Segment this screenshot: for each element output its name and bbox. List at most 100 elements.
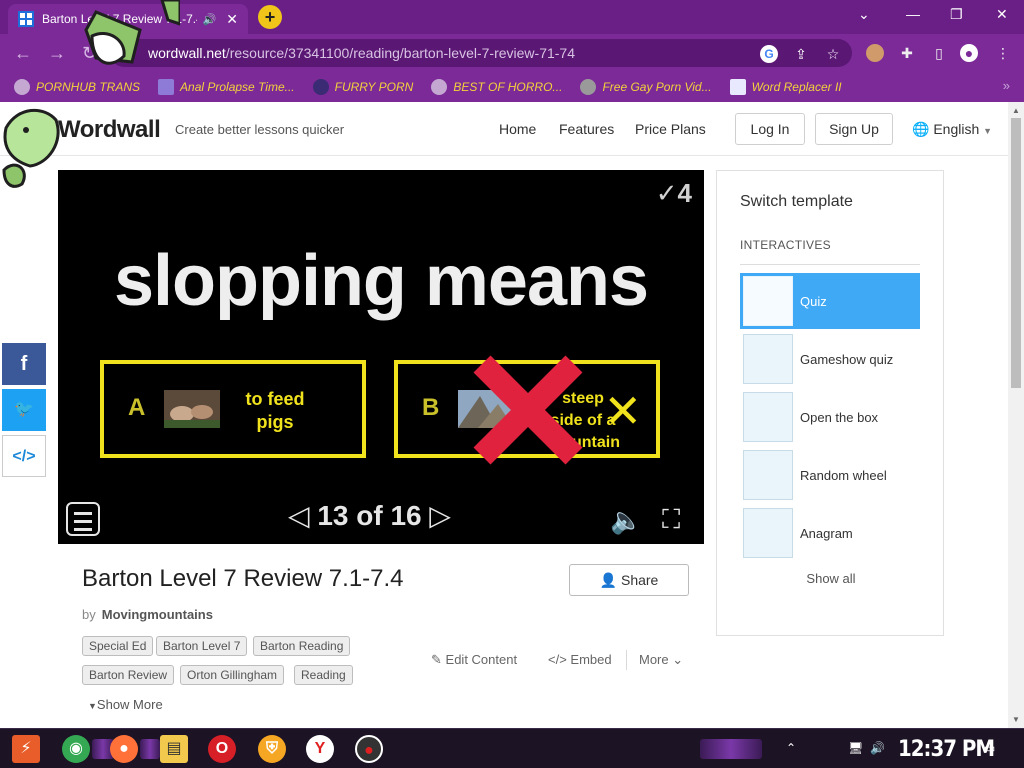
chrome-icon[interactable]: ◉ — [62, 735, 90, 763]
site-header: Wordwall Create better lessons quicker H… — [0, 102, 1008, 156]
nav-price-plans[interactable]: Price Plans — [635, 121, 706, 137]
taskbar-clock[interactable]: 12:37 PM — [898, 737, 995, 762]
template-random-wheel[interactable]: Random wheel — [740, 447, 920, 503]
extension-avatar-icon[interactable] — [866, 44, 884, 62]
tab-title: Barton Level 7 Review 7.1-7.4 — [42, 12, 197, 26]
switch-template-panel: Switch template INTERACTIVES Quiz Gamesh… — [716, 170, 944, 636]
tag-special-ed[interactable]: Special Ed — [82, 636, 154, 656]
tag-barton-review[interactable]: Barton Review — [82, 665, 175, 685]
template-quiz[interactable]: Quiz — [740, 273, 920, 329]
back-arrow-icon[interactable]: ← — [14, 43, 32, 64]
speaker-icon[interactable]: 🔊 — [203, 13, 217, 26]
page-scrollbar[interactable]: ▲ ▼ — [1008, 102, 1024, 728]
opera-icon[interactable]: O — [208, 735, 236, 763]
record-icon[interactable]: ● — [355, 735, 383, 763]
chevron-up-icon[interactable]: ⌃ — [786, 741, 796, 755]
tagline: Create better lessons quicker — [175, 122, 345, 137]
tag-orton-gillingham[interactable]: Orton Gillingham — [180, 665, 285, 685]
taskbar-decoration — [140, 739, 160, 759]
close-window-icon[interactable]: ✕ — [996, 6, 1008, 23]
volume-icon[interactable]: 🔊 — [870, 741, 885, 755]
open-box-thumbnail-icon — [743, 392, 793, 442]
language-selector[interactable]: 🌐 English ▼ — [912, 121, 992, 138]
taskbar-decoration — [700, 739, 762, 759]
forward-arrow-icon[interactable]: → — [48, 43, 66, 64]
more-button[interactable]: More ⌄ — [639, 652, 683, 668]
url-path: /resource/37341100/reading/barton-level-… — [225, 45, 575, 61]
more-bookmarks-icon[interactable]: » — [1003, 78, 1010, 93]
nav-home[interactable]: Home — [499, 121, 536, 137]
reload-icon[interactable]: ↻ — [82, 43, 97, 64]
code-icon: </> — [548, 652, 567, 667]
author-link[interactable]: Movingmountains — [102, 607, 213, 622]
taskbar: ⚡ ◉ ● ▤ O ⛨ Y ● ⌃ 🖥 🔊 12:37 PM ▭ — [0, 728, 1024, 768]
bookmark-item[interactable]: Anal Prolapse Time... — [158, 79, 295, 95]
answer-letter: B — [422, 394, 440, 421]
kebab-menu-icon[interactable]: ⋮ — [994, 44, 1012, 62]
new-tab-button[interactable]: + — [258, 5, 282, 29]
game-menu-button[interactable] — [66, 502, 100, 536]
embed-button[interactable]: </> Embed — [548, 652, 612, 667]
word-replacer-icon — [729, 79, 746, 95]
embed-code-button[interactable]: </> — [2, 435, 46, 477]
scroll-down-icon[interactable]: ▼ — [1012, 715, 1020, 724]
code-icon: </> — [12, 448, 36, 465]
bookmark-star-icon[interactable]: ☆ — [824, 45, 842, 63]
volume-icon[interactable]: 🔈 — [610, 505, 642, 536]
template-open-the-box[interactable]: Open the box — [740, 389, 920, 445]
answer-letter: A — [128, 394, 146, 421]
answer-option-b[interactable]: B steep side of a mountain ✕ — [394, 355, 660, 465]
show-more-link[interactable]: ▼Show More — [88, 697, 163, 712]
restore-icon[interactable]: ❐ — [950, 6, 963, 23]
file-explorer-icon[interactable]: ▤ — [160, 735, 188, 763]
template-gameshow-quiz[interactable]: Gameshow quiz — [740, 331, 920, 387]
chevron-down-icon[interactable]: ⌄ — [858, 6, 870, 23]
wrong-answer-cross-icon — [473, 355, 583, 465]
extensions-puzzle-icon[interactable]: ✚ — [898, 44, 916, 62]
bookmark-item[interactable]: Free Gay Porn Vid... — [580, 79, 712, 95]
nav-features[interactable]: Features — [559, 121, 614, 137]
tag-barton-reading[interactable]: Barton Reading — [253, 636, 351, 656]
vpn-shield-icon[interactable]: ⛨ — [258, 735, 286, 763]
tag-barton-level-7[interactable]: Barton Level 7 — [156, 636, 248, 656]
notifications-icon[interactable]: ▭ — [984, 741, 995, 755]
facebook-share-button[interactable]: f — [2, 343, 46, 385]
browser-tab[interactable]: Barton Level 7 Review 7.1-7.4 🔊 ✕ — [8, 4, 248, 34]
scroll-thumb[interactable] — [1011, 118, 1021, 388]
bookmark-item[interactable]: Word Replacer II — [729, 79, 842, 95]
answer-option-a[interactable]: A to feed pigs — [100, 360, 366, 458]
bookmark-item[interactable]: FURRY PORN — [312, 79, 413, 95]
divider — [740, 264, 920, 265]
next-arrow-icon[interactable]: ▷ — [429, 500, 451, 531]
tag-reading[interactable]: Reading — [294, 665, 353, 685]
bookmark-item[interactable]: BEST OF HORRO... — [431, 79, 562, 95]
game-area[interactable]: ✓4 slopping means A to feed pigs B steep… — [58, 170, 704, 544]
pigs-image — [164, 390, 220, 428]
edit-content-button[interactable]: ✎ Edit Content — [431, 652, 517, 668]
side-panel-icon[interactable]: ▯ — [930, 44, 948, 62]
login-button[interactable]: Log In — [735, 113, 805, 145]
scroll-up-icon[interactable]: ▲ — [1012, 106, 1020, 115]
url-input[interactable]: wordwall.net/resource/37341100/reading/b… — [110, 39, 852, 67]
bookmark-site-icon — [580, 79, 597, 95]
share-button[interactable]: 👤 Share — [569, 564, 689, 596]
bookmark-item[interactable]: PORNHUB TRANS — [14, 79, 140, 95]
check-icon: ✓ — [655, 178, 678, 208]
template-anagram[interactable]: Anagram — [740, 505, 920, 561]
network-icon[interactable]: 🖥 — [848, 741, 863, 755]
google-icon[interactable]: G — [760, 45, 778, 63]
firefox-icon[interactable]: ● — [110, 735, 138, 763]
signup-button[interactable]: Sign Up — [815, 113, 893, 145]
share-page-icon[interactable]: ⇪ — [792, 45, 810, 63]
minimize-icon[interactable]: — — [906, 6, 920, 22]
fullscreen-icon[interactable]: ⛶ — [662, 504, 680, 536]
previous-arrow-icon[interactable]: ◁ — [288, 500, 310, 531]
wordwall-logo[interactable]: Wordwall — [58, 116, 161, 144]
twitter-share-button[interactable]: 🐦 — [2, 389, 46, 431]
show-all-link[interactable]: Show all — [717, 571, 945, 586]
profile-icon[interactable]: ● — [960, 44, 978, 62]
close-tab-icon[interactable]: ✕ — [226, 11, 238, 28]
pencil-icon: ✎ — [431, 652, 442, 667]
yandex-icon[interactable]: Y — [306, 735, 334, 763]
start-menu-icon[interactable]: ⚡ — [12, 735, 40, 763]
